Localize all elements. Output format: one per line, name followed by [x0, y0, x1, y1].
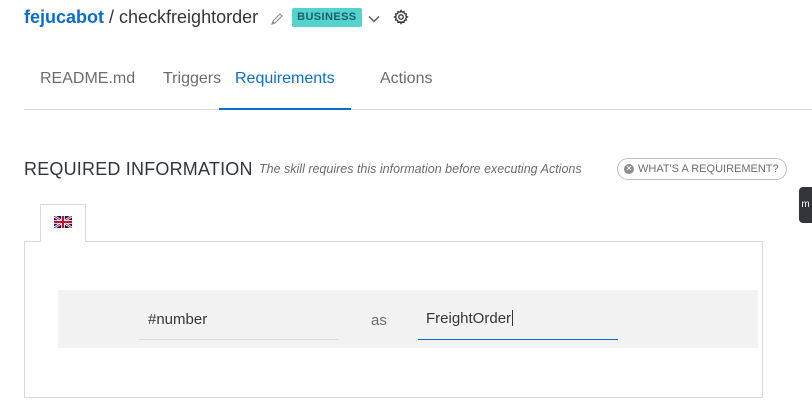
breadcrumb-separator: /	[109, 6, 115, 27]
uk-flag-icon	[53, 214, 73, 233]
entity-type-input[interactable]: FreightOrder	[418, 304, 618, 340]
help-button-label: WHAT'S A REQUIREMENT?	[638, 163, 779, 175]
side-panel-tab[interactable]: m	[799, 187, 812, 223]
tab-requirements[interactable]: Requirements	[219, 57, 351, 110]
skill-tabs: README.md Triggers Requirements Actions	[24, 57, 812, 110]
tab-readme[interactable]: README.md	[40, 57, 135, 109]
text-caret	[512, 310, 514, 326]
breadcrumb: fejucabot / checkfreightorder BUSINESS	[24, 5, 409, 29]
close-circle-icon: ✕	[624, 164, 634, 174]
whats-a-requirement-button[interactable]: ✕ WHAT'S A REQUIREMENT?	[617, 158, 787, 180]
business-badge: BUSINESS	[292, 7, 362, 27]
entity-type-value: FreightOrder	[426, 310, 512, 327]
pencil-icon[interactable]	[270, 10, 284, 25]
gear-icon[interactable]	[392, 9, 409, 25]
skill-name: checkfreightorder	[119, 6, 259, 27]
tab-actions[interactable]: Actions	[380, 57, 432, 109]
language-tab-en[interactable]	[40, 204, 86, 242]
chevron-down-icon[interactable]	[367, 10, 381, 24]
tab-triggers[interactable]: Triggers	[163, 57, 221, 109]
section-description: The skill requires this information befo…	[259, 162, 582, 176]
as-label: as	[371, 312, 387, 329]
variable-name-field[interactable]: #number	[139, 304, 338, 340]
owner-link[interactable]: fejucabot	[24, 7, 104, 28]
section-title: REQUIRED INFORMATION	[24, 159, 253, 179]
